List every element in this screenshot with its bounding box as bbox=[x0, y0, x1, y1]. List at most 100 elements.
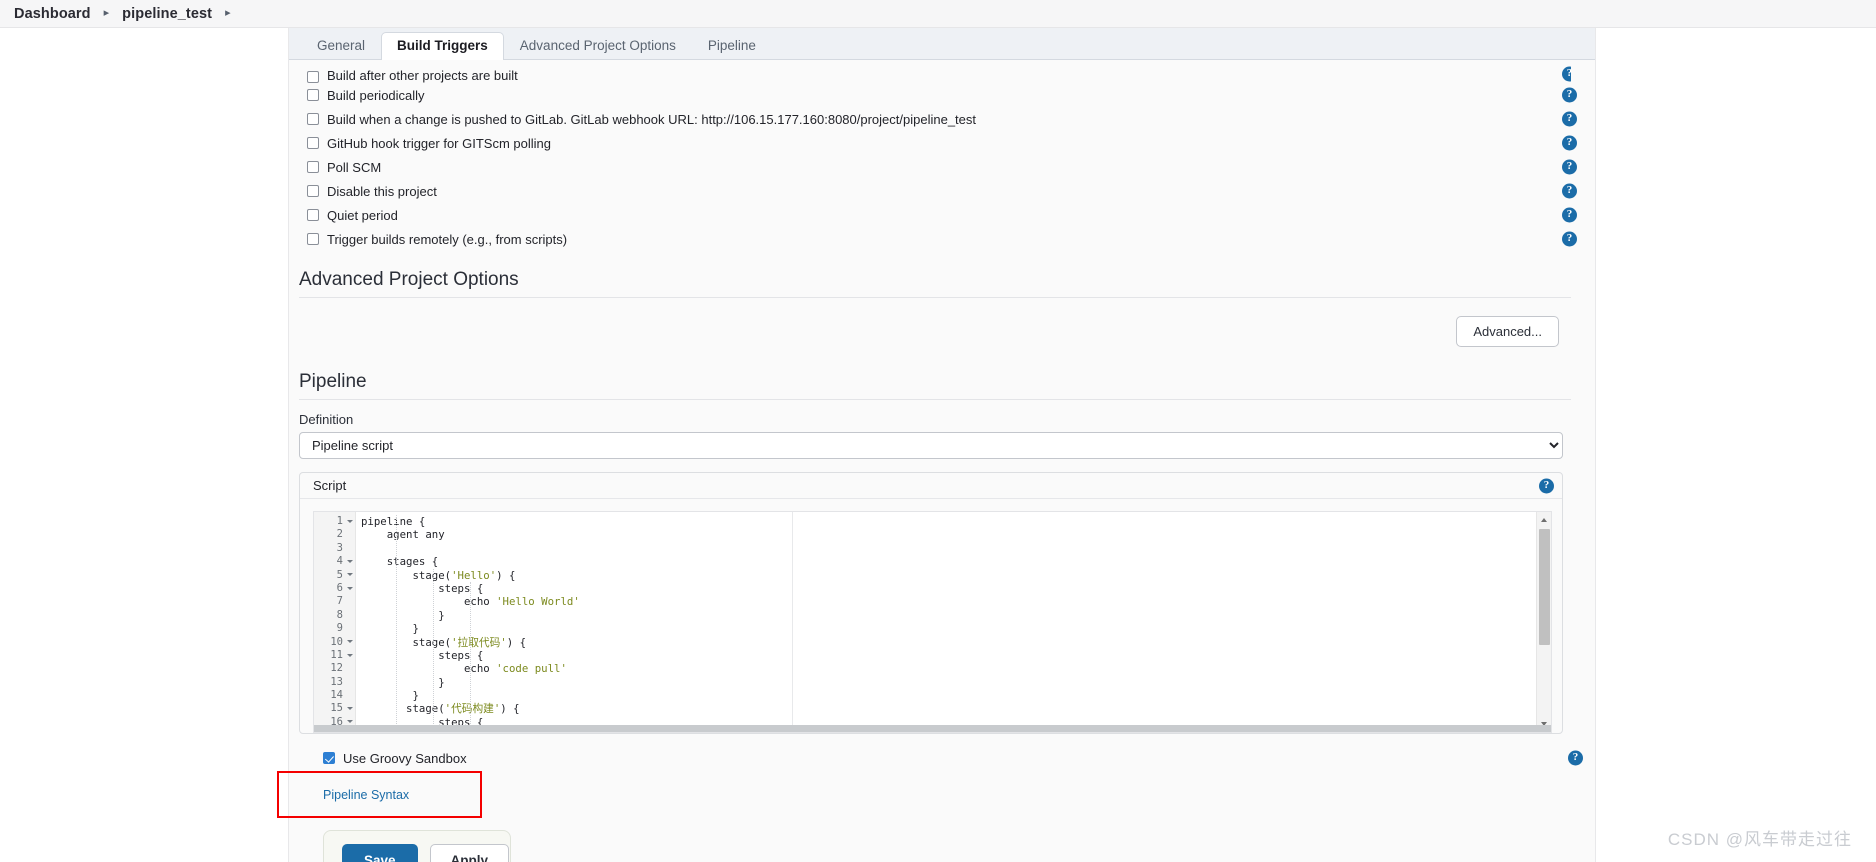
breadcrumb: Dashboard ▸ pipeline_test ▸ bbox=[0, 0, 1876, 28]
scroll-up-arrow-icon[interactable] bbox=[1541, 518, 1547, 522]
editor-code-line: } bbox=[361, 622, 419, 636]
editor-line-number: 7 bbox=[336, 595, 343, 608]
checkbox-use-groovy-sandbox[interactable] bbox=[323, 752, 335, 764]
editor-line-number: 14 bbox=[330, 689, 343, 702]
editor-line-number: 10 bbox=[314, 636, 355, 649]
editor-line-number: 4 bbox=[314, 555, 355, 568]
editor-code-line: stage('Hello') { bbox=[361, 568, 516, 582]
build-triggers-list: Build after other projects are built ? B… bbox=[294, 60, 1577, 251]
script-header: Script ? bbox=[300, 473, 1562, 499]
tab-advanced-project-options[interactable]: Advanced Project Options bbox=[504, 32, 692, 60]
form-action-bar: Save Apply bbox=[323, 830, 511, 862]
editor-line-number: 12 bbox=[330, 662, 343, 675]
code-fold-triangle-icon[interactable] bbox=[347, 573, 353, 577]
groovy-script-editor[interactable]: 1234567891011121314151617 pipeline { age… bbox=[313, 511, 1552, 733]
advanced-button[interactable]: Advanced... bbox=[1456, 316, 1559, 347]
groovy-sandbox-row[interactable]: Use Groovy Sandbox ? bbox=[323, 748, 1585, 768]
editor-line-number: 5 bbox=[314, 569, 355, 582]
editor-line-number: 2 bbox=[336, 528, 343, 541]
tab-build-triggers[interactable]: Build Triggers bbox=[381, 32, 504, 60]
apply-button[interactable]: Apply bbox=[429, 843, 510, 862]
editor-code-line: } bbox=[361, 675, 445, 689]
script-block: Script ? 1234567891011121314151617 pipel… bbox=[299, 472, 1563, 734]
trigger-row-build-after-other-projects[interactable]: Build after other projects are built ? bbox=[294, 64, 1571, 83]
trigger-row-trigger-remotely[interactable]: Trigger builds remotely (e.g., from scri… bbox=[294, 227, 1577, 251]
breadcrumb-dropdown-icon[interactable]: ▸ bbox=[212, 6, 244, 19]
trigger-row-gitlab-push[interactable]: Build when a change is pushed to GitLab.… bbox=[294, 107, 1577, 131]
trigger-row-quiet-period[interactable]: Quiet period ? bbox=[294, 203, 1577, 227]
editor-code-line: } bbox=[361, 689, 419, 703]
print-margin-line bbox=[792, 512, 793, 732]
checkbox-gitlab-push[interactable] bbox=[307, 113, 319, 125]
pipeline-syntax-wrapper: Pipeline Syntax bbox=[277, 771, 523, 818]
editor-horizontal-scroll-thumb[interactable] bbox=[314, 725, 1551, 732]
help-icon[interactable]: ? bbox=[1562, 111, 1577, 127]
checkbox-build-periodically[interactable] bbox=[307, 89, 319, 101]
editor-vertical-scrollbar[interactable] bbox=[1536, 512, 1551, 732]
editor-code-line: agent any bbox=[361, 528, 445, 542]
pipeline-syntax-link[interactable]: Pipeline Syntax bbox=[323, 782, 409, 808]
config-tab-bar: General Build Triggers Advanced Project … bbox=[289, 28, 1595, 60]
breadcrumb-item-dashboard[interactable]: Dashboard bbox=[14, 6, 91, 22]
trigger-row-github-hook[interactable]: GitHub hook trigger for GITScm polling ? bbox=[294, 131, 1577, 155]
trigger-row-poll-scm[interactable]: Poll SCM ? bbox=[294, 155, 1577, 179]
help-icon[interactable]: ? bbox=[1562, 135, 1577, 151]
editor-code-area[interactable]: pipeline { agent any stages { stage('Hel… bbox=[356, 512, 1551, 732]
help-icon[interactable]: ? bbox=[1562, 159, 1577, 175]
editor-gutter: 1234567891011121314151617 bbox=[314, 512, 356, 732]
checkbox-poll-scm[interactable] bbox=[307, 161, 319, 173]
help-icon[interactable]: ? bbox=[1539, 478, 1554, 493]
definition-select[interactable]: Pipeline script bbox=[299, 432, 1563, 459]
code-fold-triangle-icon[interactable] bbox=[347, 519, 353, 523]
editor-line-number: 15 bbox=[314, 702, 355, 715]
trigger-label: Build when a change is pushed to GitLab.… bbox=[327, 111, 977, 127]
project-config-panel: General Build Triggers Advanced Project … bbox=[277, 28, 1596, 862]
code-fold-triangle-icon[interactable] bbox=[347, 586, 353, 590]
editor-code-line: stage('代码构建') { bbox=[361, 702, 520, 716]
checkbox-disable-project[interactable] bbox=[307, 185, 319, 197]
trigger-label: Build after other projects are built bbox=[327, 68, 518, 83]
tab-general[interactable]: General bbox=[301, 32, 381, 60]
watermark: CSDN @风车带走过往 bbox=[1667, 830, 1852, 849]
editor-code-line: } bbox=[361, 608, 445, 622]
editor-code-line: steps { bbox=[361, 581, 484, 595]
code-fold-triangle-icon[interactable] bbox=[347, 559, 353, 563]
editor-code-line: echo 'Hello World' bbox=[361, 595, 580, 609]
trigger-row-disable-project[interactable]: Disable this project ? bbox=[294, 179, 1577, 203]
editor-line-number: 11 bbox=[314, 649, 355, 662]
trigger-label: Build periodically bbox=[327, 87, 425, 103]
help-icon[interactable]: ? bbox=[1562, 66, 1571, 81]
code-fold-triangle-icon[interactable] bbox=[347, 640, 353, 644]
breadcrumb-separator-icon: ▸ bbox=[103, 7, 110, 19]
groovy-sandbox-label: Use Groovy Sandbox bbox=[343, 750, 467, 766]
help-icon[interactable]: ? bbox=[1562, 207, 1577, 223]
trigger-row-build-periodically[interactable]: Build periodically ? bbox=[294, 83, 1577, 107]
code-fold-triangle-icon[interactable] bbox=[347, 653, 353, 657]
breadcrumb-item-pipeline-test[interactable]: pipeline_test bbox=[122, 6, 212, 22]
page-body: General Build Triggers Advanced Project … bbox=[0, 28, 1876, 862]
editor-horizontal-scrollbar[interactable] bbox=[314, 725, 1551, 732]
trigger-label: Poll SCM bbox=[327, 159, 382, 175]
section-heading-advanced-project-options: Advanced Project Options bbox=[299, 269, 519, 290]
help-icon[interactable]: ? bbox=[1562, 231, 1577, 247]
section-heading-pipeline: Pipeline bbox=[299, 371, 367, 392]
checkbox-github-hook[interactable] bbox=[307, 137, 319, 149]
checkbox-quiet-period[interactable] bbox=[307, 209, 319, 221]
help-icon[interactable]: ? bbox=[1562, 183, 1577, 199]
checkbox-trigger-remotely[interactable] bbox=[307, 233, 319, 245]
help-icon[interactable]: ? bbox=[1568, 750, 1583, 766]
editor-line-number: 8 bbox=[336, 608, 343, 621]
editor-vertical-scroll-thumb[interactable] bbox=[1539, 529, 1550, 645]
help-icon[interactable]: ? bbox=[1562, 87, 1577, 103]
trigger-label: Trigger builds remotely (e.g., from scri… bbox=[327, 231, 568, 247]
code-fold-triangle-icon[interactable] bbox=[347, 720, 353, 724]
tab-pipeline[interactable]: Pipeline bbox=[692, 32, 772, 60]
save-button[interactable]: Save bbox=[342, 843, 418, 862]
editor-line-number: 9 bbox=[336, 622, 343, 635]
editor-line-number: 6 bbox=[314, 582, 355, 595]
trigger-label: Quiet period bbox=[327, 207, 398, 223]
code-fold-triangle-icon[interactable] bbox=[347, 707, 353, 711]
editor-line-number: 1 bbox=[314, 515, 355, 528]
editor-line-number: 13 bbox=[330, 675, 343, 688]
checkbox-build-after-other-projects[interactable] bbox=[307, 71, 319, 83]
